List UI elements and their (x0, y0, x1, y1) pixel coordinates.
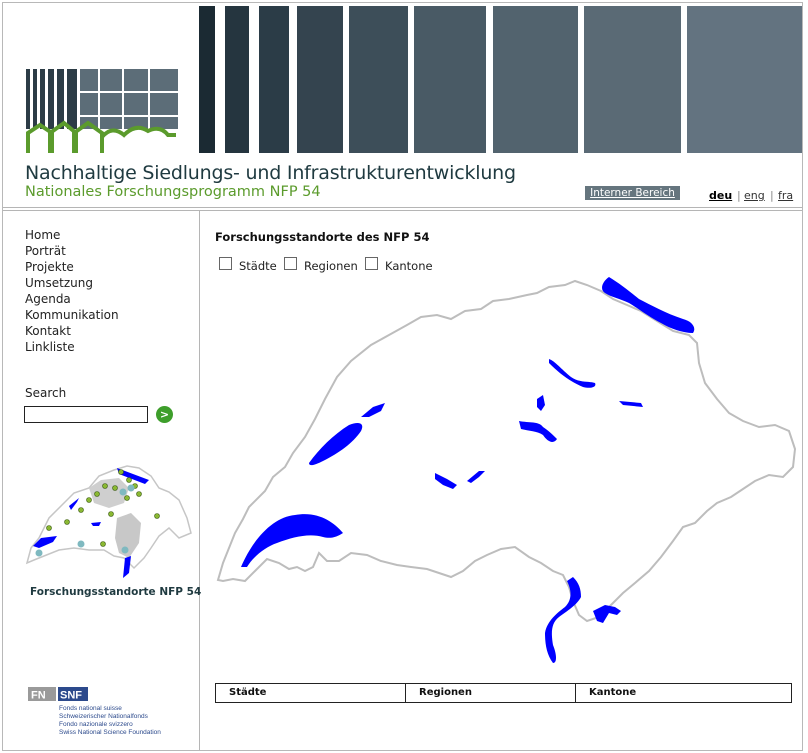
research-sites-minimap[interactable] (19, 458, 195, 583)
content-title: Forschungsstandorte des NFP 54 (215, 230, 430, 244)
header-bar (414, 6, 486, 153)
site-subtitle: Nationales Forschungsprogramm NFP 54 (25, 184, 321, 200)
switzerland-border (216, 279, 797, 623)
header-bar (199, 6, 215, 153)
page: Nachhaltige Siedlungs- und Infrastruktur… (2, 2, 803, 751)
intern-link[interactable]: Interner Bereich (585, 186, 680, 200)
nav-linkliste[interactable]: Linkliste (25, 340, 75, 354)
lang-separator: | (737, 189, 741, 202)
snf-logo[interactable]: FN SNF Fonds national suisse Schweizeris… (28, 687, 188, 743)
sidebar-divider (199, 210, 200, 750)
switzerland-map[interactable] (213, 271, 801, 666)
header-bar (349, 6, 408, 153)
regionen-checkbox[interactable] (284, 257, 297, 270)
snf-name-it: Fondo nazionale svizzero (59, 721, 133, 728)
lang-eng[interactable]: eng (744, 189, 765, 202)
header-divider (3, 207, 802, 211)
site-title: Nachhaltige Siedlungs- und Infrastruktur… (25, 162, 516, 184)
staedte-checkbox[interactable] (219, 257, 232, 270)
search-input[interactable] (24, 406, 148, 423)
nav-portrait[interactable]: Porträt (25, 244, 66, 258)
header-bar (687, 6, 802, 153)
nav-projekte[interactable]: Projekte (25, 260, 74, 274)
header-bar (297, 6, 343, 153)
snf-logo-snf: SNF (60, 690, 82, 702)
minimap-caption[interactable]: Forschungsstandorte NFP 54 (30, 586, 201, 598)
nav-kontakt[interactable]: Kontakt (25, 324, 71, 338)
search-label: Search (25, 386, 67, 400)
lang-deu[interactable]: deu (709, 189, 732, 202)
column-header-regionen: Regionen (406, 684, 576, 702)
nav-agenda[interactable]: Agenda (25, 292, 71, 306)
search-submit-button[interactable]: > (156, 406, 173, 423)
column-header-kantone: Kantone (589, 687, 637, 698)
nav-home[interactable]: Home (25, 228, 60, 242)
header-bar (584, 6, 681, 153)
nfp54-logo[interactable] (26, 69, 178, 153)
column-header-staedte: Städte (216, 684, 406, 702)
kantone-checkbox[interactable] (365, 257, 378, 270)
header-bar (225, 6, 249, 153)
snf-name-de: Schweizerischer Nationalfonds (59, 713, 149, 720)
lake-maggiore (545, 577, 581, 663)
nav-umsetzung[interactable]: Umsetzung (25, 276, 93, 290)
snf-name-en: Swiss National Science Foundation (59, 729, 161, 736)
results-table-header: Städte Regionen Kantone (215, 683, 792, 703)
header-bar (259, 6, 289, 153)
lang-separator: | (770, 189, 774, 202)
header-bar (493, 6, 578, 153)
lang-fra[interactable]: fra (778, 189, 793, 202)
snf-logo-fn: FN (31, 690, 46, 702)
snf-name-fr: Fonds national suisse (59, 705, 122, 712)
nav-kommunikation[interactable]: Kommunikation (25, 308, 119, 322)
